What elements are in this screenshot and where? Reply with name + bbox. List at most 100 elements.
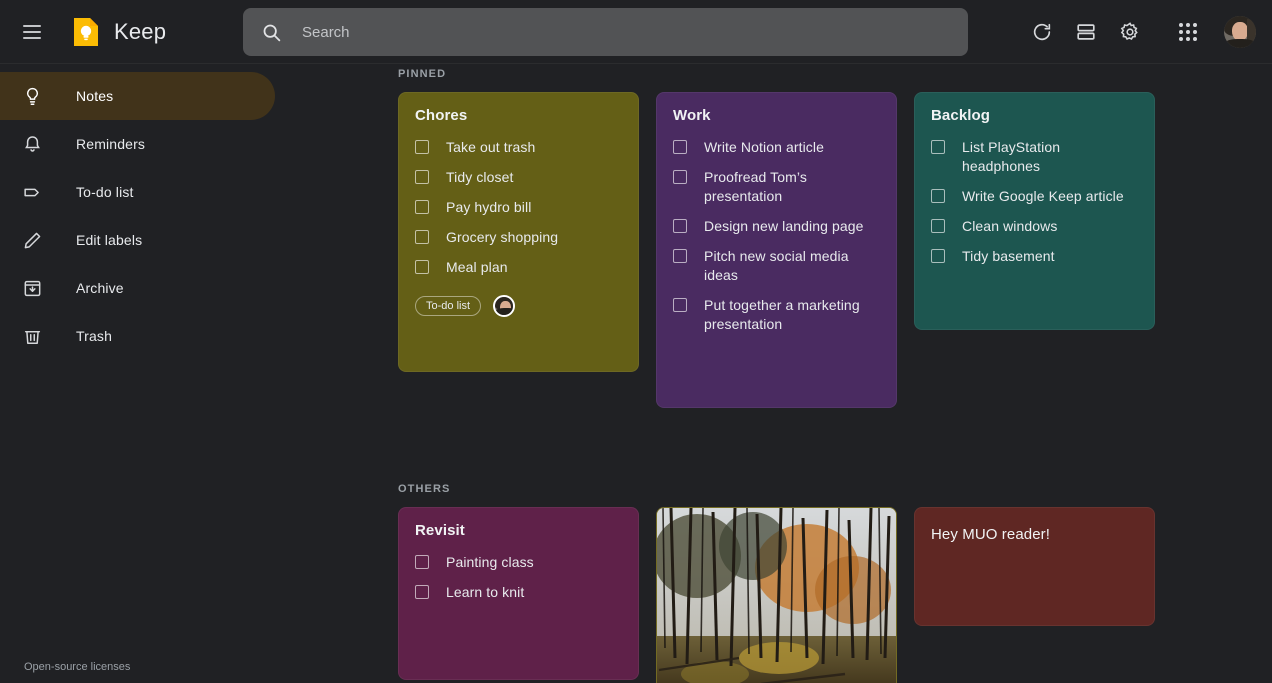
apps-dot <box>1193 37 1197 41</box>
sidebar-item-label: Trash <box>76 328 112 344</box>
checkbox-icon[interactable] <box>673 170 687 184</box>
checkbox-icon[interactable] <box>673 219 687 233</box>
note-title: Work <box>673 107 880 124</box>
search-bar[interactable]: Search <box>243 8 968 56</box>
refresh-icon[interactable] <box>1020 10 1064 54</box>
account-avatar[interactable] <box>1224 16 1256 48</box>
gear-icon[interactable] <box>1108 10 1152 54</box>
sidebar-item-edit-labels[interactable]: Edit labels <box>0 216 275 264</box>
checklist-item[interactable]: Tidy closet <box>415 168 622 187</box>
note-card-backlog[interactable]: Backlog List PlayStation headphones Writ… <box>914 92 1155 330</box>
list-view-icon[interactable] <box>1064 10 1108 54</box>
collaborator-avatar[interactable] <box>493 295 515 317</box>
checklist-item[interactable]: Painting class <box>415 553 622 572</box>
checkbox-icon[interactable] <box>673 249 687 263</box>
checklist-item-label: Clean windows <box>962 217 1057 236</box>
checklist-item[interactable]: Pitch new social media ideas <box>673 247 880 285</box>
checkbox-icon[interactable] <box>415 555 429 569</box>
checkbox-icon[interactable] <box>673 298 687 312</box>
sidebar-item-label: Notes <box>76 88 113 104</box>
lightbulb-icon <box>20 84 44 108</box>
checklist-item[interactable]: Proofread Tom’s presentation <box>673 168 880 206</box>
note-spacer <box>931 277 1138 313</box>
checklist-item[interactable]: Take out trash <box>415 138 622 157</box>
sidebar-item-reminders[interactable]: Reminders <box>0 120 275 168</box>
apps-dot <box>1179 23 1183 27</box>
note-label-chip[interactable]: To-do list <box>415 296 481 316</box>
checklist-item-label: Write Notion article <box>704 138 824 157</box>
note-card-hey-muo[interactable]: Hey MUO reader! <box>914 507 1155 626</box>
note-card-work[interactable]: Work Write Notion article Proofread Tom’… <box>656 92 897 408</box>
checklist-item[interactable]: Grocery shopping <box>415 228 622 247</box>
checkbox-icon[interactable] <box>415 140 429 154</box>
checkbox-icon[interactable] <box>415 170 429 184</box>
open-source-licenses-link[interactable]: Open-source licenses <box>24 661 130 673</box>
label-tag-icon <box>20 180 44 204</box>
note-spacer <box>415 317 622 355</box>
checklist-item[interactable]: List PlayStation headphones <box>931 138 1138 176</box>
pinned-section-label: PINNED <box>398 68 1272 80</box>
checkbox-icon[interactable] <box>415 230 429 244</box>
checklist-item-label: Grocery shopping <box>446 228 558 247</box>
sidebar-item-trash[interactable]: Trash <box>0 312 275 360</box>
hamburger-line <box>23 37 41 39</box>
checklist-item-label: Meal plan <box>446 258 508 277</box>
pinned-notes-row: Chores Take out trash Tidy closet Pay hy… <box>398 92 1272 408</box>
checkbox-icon[interactable] <box>415 200 429 214</box>
avatar-body <box>496 308 515 315</box>
checkbox-icon[interactable] <box>931 140 945 154</box>
note-title: Hey MUO reader! <box>931 526 1138 543</box>
search-input[interactable]: Search <box>302 24 350 41</box>
apps-dot <box>1186 23 1190 27</box>
archive-icon <box>20 276 44 300</box>
checklist-item-label: Pitch new social media ideas <box>704 247 880 285</box>
checklist-item-label: Take out trash <box>446 138 535 157</box>
trash-icon <box>20 324 44 348</box>
checklist-item-label: Pay hydro bill <box>446 198 531 217</box>
checklist-item[interactable]: Write Google Keep article <box>931 187 1138 206</box>
checklist-item-label: List PlayStation headphones <box>962 138 1138 176</box>
apps-grid-icon[interactable] <box>1166 10 1210 54</box>
note-title: Revisit <box>415 522 622 539</box>
checklist-item-label: Tidy closet <box>446 168 514 187</box>
sidebar-item-label: To-do list <box>76 184 134 200</box>
sidebar-item-archive[interactable]: Archive <box>0 264 275 312</box>
checkbox-icon[interactable] <box>931 219 945 233</box>
search-icon <box>261 22 282 43</box>
pencil-icon <box>20 228 44 252</box>
checklist-item[interactable]: Pay hydro bill <box>415 198 622 217</box>
note-spacer <box>931 543 1138 609</box>
note-footer: To-do list <box>415 295 622 317</box>
hamburger-menu-icon[interactable] <box>8 8 56 56</box>
note-card-photo[interactable] <box>656 507 897 683</box>
checkbox-icon[interactable] <box>673 140 687 154</box>
note-spacer <box>673 345 880 391</box>
hamburger-line <box>23 25 41 27</box>
checklist-item[interactable]: Meal plan <box>415 258 622 277</box>
sidebar-item-notes[interactable]: Notes <box>0 72 275 120</box>
notes-area: PINNED Chores Take out trash Tidy closet… <box>280 64 1272 683</box>
others-notes-row: Revisit Painting class Learn to knit <box>398 507 1272 683</box>
checklist-item[interactable]: Write Notion article <box>673 138 880 157</box>
checkbox-icon[interactable] <box>931 189 945 203</box>
checklist-item-label: Design new landing page <box>704 217 864 236</box>
app-logo-group[interactable]: Keep <box>70 16 166 48</box>
note-spacer <box>415 613 622 663</box>
checklist-item[interactable]: Design new landing page <box>673 217 880 236</box>
checklist-item[interactable]: Clean windows <box>931 217 1138 236</box>
note-card-revisit[interactable]: Revisit Painting class Learn to knit <box>398 507 639 680</box>
apps-dot <box>1186 37 1190 41</box>
checkbox-icon[interactable] <box>415 585 429 599</box>
checklist-item[interactable]: Tidy basement <box>931 247 1138 266</box>
apps-dot <box>1179 37 1183 41</box>
sidebar-item-todo-list[interactable]: To-do list <box>0 168 275 216</box>
note-card-chores[interactable]: Chores Take out trash Tidy closet Pay hy… <box>398 92 639 372</box>
checklist-item-label: Painting class <box>446 553 534 572</box>
checklist-item-label: Tidy basement <box>962 247 1055 266</box>
checklist-item[interactable]: Put together a marketing presentation <box>673 296 880 334</box>
checkbox-icon[interactable] <box>415 260 429 274</box>
top-app-bar: Keep Search <box>0 0 1272 64</box>
sidebar-item-label: Reminders <box>76 136 145 152</box>
checkbox-icon[interactable] <box>931 249 945 263</box>
checklist-item[interactable]: Learn to knit <box>415 583 622 602</box>
